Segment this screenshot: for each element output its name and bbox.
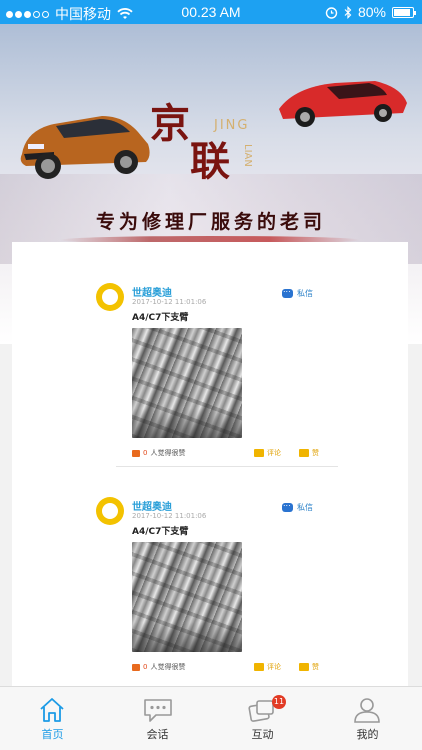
likes-count: 0 (143, 449, 148, 457)
comment-button[interactable]: 评论 (254, 448, 281, 458)
private-message-label: 私信 (297, 289, 313, 298)
praise-button[interactable]: 赞 (299, 448, 319, 458)
bottom-tab-bar: 首页 会话 11 互动 我的 (0, 686, 422, 750)
private-message-button[interactable]: 私信 (282, 285, 313, 299)
home-icon (40, 698, 64, 722)
praise-label: 赞 (312, 663, 319, 671)
profile-icon (354, 698, 380, 723)
suv-car-image (20, 116, 150, 179)
post-timestamp: 2017-10-12 11:01:06 (132, 298, 207, 306)
chat-icon (144, 699, 172, 722)
private-message-button[interactable]: 私信 (282, 499, 313, 513)
tab-chat[interactable]: 会话 (105, 687, 210, 750)
private-message-label: 私信 (297, 503, 313, 512)
likes-suffix: 人觉得很赞 (150, 663, 186, 671)
tab-home-label: 首页 (41, 728, 64, 741)
post-username[interactable]: 世超奥迪 (132, 498, 172, 513)
status-bar: 中国移动 00.23 AM 80% (0, 0, 422, 24)
logo-pinyin-jing: JING (214, 118, 250, 133)
logo-pinyin-lian: LIAN (242, 144, 253, 167)
bluetooth-icon (344, 5, 352, 19)
comment-icon (254, 449, 264, 457)
comment-button[interactable]: 评论 (254, 662, 281, 672)
tab-interaction[interactable]: 11 互动 (210, 687, 315, 750)
likes-count: 0 (143, 663, 148, 671)
praise-button[interactable]: 赞 (299, 662, 319, 672)
thumbs-up-icon (299, 663, 309, 671)
tab-profile[interactable]: 我的 (315, 687, 420, 750)
thumbs-up-icon (132, 449, 140, 457)
praise-label: 赞 (312, 449, 319, 457)
post-username[interactable]: 世超奥迪 (132, 284, 172, 299)
logo-char-lian: 联 (190, 138, 230, 185)
likes-summary: 0 人觉得很赞 (132, 448, 185, 458)
battery-icon (392, 6, 416, 18)
post-timestamp: 2017-10-12 11:01:06 (132, 512, 207, 520)
alarm-icon (325, 6, 338, 19)
tab-interaction-label: 互动 (251, 728, 274, 741)
comment-label: 评论 (267, 449, 281, 457)
comment-icon (254, 663, 264, 671)
thumbs-up-icon (299, 449, 309, 457)
comment-label: 评论 (267, 663, 281, 671)
tab-profile-label: 我的 (356, 728, 379, 741)
message-icon (282, 285, 293, 298)
banner-slogan: 专为修理厂服务的老司 (95, 211, 326, 233)
post-title: A4/C7下支臂 (132, 313, 189, 323)
logo-char-jing: 京 (150, 100, 190, 147)
post-photo[interactable] (132, 542, 242, 652)
likes-summary: 0 人觉得很赞 (132, 662, 185, 672)
tab-home[interactable]: 首页 (0, 687, 105, 750)
sports-car-image (279, 81, 407, 127)
post-title: A4/C7下支臂 (132, 527, 189, 537)
likes-suffix: 人觉得很赞 (150, 449, 186, 457)
battery-percent: 80% (357, 4, 386, 20)
avatar[interactable] (96, 283, 124, 311)
tab-chat-label: 会话 (146, 728, 169, 741)
status-right: 80% (325, 4, 416, 20)
post-divider (116, 466, 338, 467)
post-feed[interactable]: 世超奥迪 2017-10-12 11:01:06 私信 A4/C7下支臂 0 人… (12, 242, 408, 686)
avatar[interactable] (96, 497, 124, 525)
thumbs-up-icon (132, 663, 140, 671)
message-icon (282, 499, 293, 512)
notification-badge: 11 (272, 695, 286, 709)
post-photo[interactable] (132, 328, 242, 438)
